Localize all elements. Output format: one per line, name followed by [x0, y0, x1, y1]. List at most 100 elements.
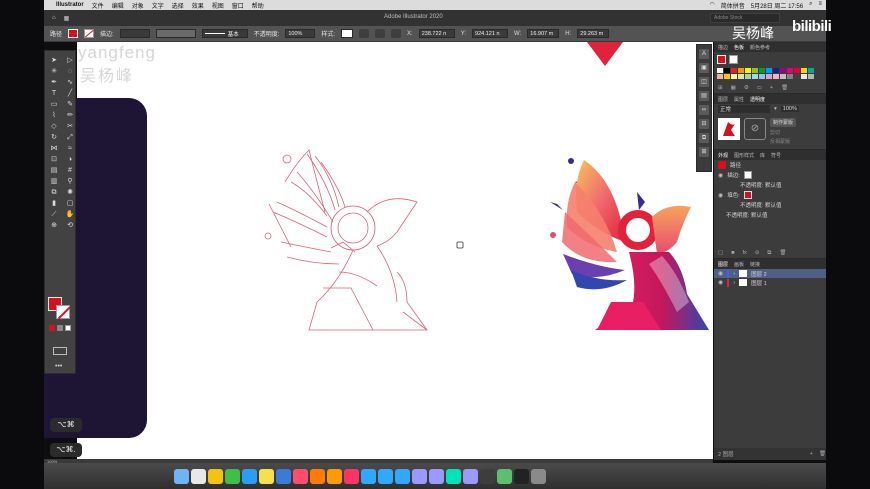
- current-fill-swatch[interactable]: [717, 55, 726, 64]
- mask-placeholder-icon[interactable]: ⊘: [744, 118, 766, 140]
- type-tool-icon[interactable]: T: [49, 90, 59, 98]
- appearance-stroke-swatch[interactable]: [743, 171, 752, 179]
- input-method[interactable]: 简体拼音: [721, 1, 745, 10]
- new-swatch-icon[interactable]: +: [770, 85, 773, 91]
- shape-builder-tool-icon[interactable]: ◑: [65, 156, 75, 164]
- color-swatch[interactable]: [808, 74, 814, 79]
- add-stroke-icon[interactable]: ▢: [718, 250, 723, 256]
- dock-app-cinema[interactable]: [480, 468, 495, 484]
- color-swatch[interactable]: [787, 74, 793, 79]
- dock-app-pr[interactable]: [412, 468, 427, 484]
- y-field[interactable]: 924.121 n: [472, 29, 509, 38]
- none-mode-icon[interactable]: [65, 325, 71, 331]
- appearance-fill-row[interactable]: ◉ 填色:: [714, 190, 826, 200]
- dock-app-ai[interactable]: [310, 468, 325, 484]
- dock-app-ae[interactable]: [429, 468, 444, 484]
- appearance-fill-swatch[interactable]: [743, 191, 752, 199]
- dock-app-qq[interactable]: [208, 468, 223, 484]
- new-layer-icon[interactable]: +: [810, 451, 813, 457]
- rotate-tool-icon[interactable]: ↻: [49, 134, 59, 142]
- dock-app-wechat[interactable]: [225, 468, 240, 484]
- visibility-eye-icon[interactable]: ◉: [718, 172, 723, 179]
- stroke-swatch[interactable]: [56, 305, 70, 319]
- appearance-fill-opacity-row[interactable]: 不透明度: 默认值: [714, 200, 826, 210]
- dock-app-terminal[interactable]: [514, 468, 529, 484]
- links-panel-icon[interactable]: ∞: [699, 105, 709, 115]
- dock-app-au[interactable]: [446, 468, 461, 484]
- paintbrush-tool-icon[interactable]: ✎: [65, 101, 75, 109]
- image-trace-icon[interactable]: ▣: [699, 63, 709, 73]
- workspace-icon[interactable]: ▦: [64, 15, 70, 22]
- menu-window[interactable]: 窗口: [232, 1, 244, 10]
- transform-panel-icon[interactable]: ⊞: [699, 147, 709, 157]
- appearance-object-opacity-row[interactable]: 不透明度: 默认值: [714, 210, 826, 220]
- width-field[interactable]: 16.907 m: [527, 29, 560, 38]
- rotate-view-tool-icon[interactable]: ⟲: [65, 222, 75, 230]
- symbol-sprayer-tool-icon[interactable]: ✺: [65, 189, 75, 197]
- visibility-eye-icon-2[interactable]: ◉: [718, 192, 723, 199]
- gradient-mode-icon[interactable]: [57, 325, 63, 331]
- dock-app-ps[interactable]: [378, 468, 393, 484]
- color-swatch[interactable]: [731, 74, 737, 79]
- color-mode-icon[interactable]: [49, 325, 55, 331]
- clear-appearance-icon[interactable]: ⊘: [755, 250, 760, 256]
- color-swatch[interactable]: [738, 68, 744, 73]
- dock-app-notes[interactable]: [259, 468, 274, 484]
- free-transform-tool-icon[interactable]: ⊡: [49, 156, 59, 164]
- menu-file[interactable]: 文件: [92, 1, 104, 10]
- opacity-field[interactable]: 100%: [285, 29, 316, 38]
- hand-tool-icon[interactable]: ✋: [65, 211, 75, 219]
- layer-visibility-icon-2[interactable]: ◉: [718, 279, 723, 286]
- reference-point-icon[interactable]: [391, 29, 402, 38]
- tab-artboards[interactable]: 画板: [734, 261, 744, 268]
- line-tool-icon[interactable]: ╱: [65, 90, 75, 98]
- color-swatch[interactable]: [717, 68, 723, 73]
- color-swatch[interactable]: [759, 68, 765, 73]
- tab-transparency[interactable]: 透明度: [750, 96, 765, 103]
- color-swatch[interactable]: [766, 68, 772, 73]
- width-tool-icon[interactable]: ⋈: [49, 145, 59, 153]
- pen-tool-icon[interactable]: ✒: [49, 79, 59, 87]
- screen-mode-icon[interactable]: [53, 347, 67, 355]
- expand-layer-icon-2[interactable]: ›: [733, 280, 735, 286]
- color-swatch[interactable]: [773, 74, 779, 79]
- menu-object[interactable]: 对象: [132, 1, 144, 10]
- color-swatch[interactable]: [801, 68, 807, 73]
- duplicate-item-icon[interactable]: ⧉: [767, 250, 771, 257]
- stroke-color-swatch[interactable]: [84, 29, 95, 38]
- selection-tool-icon[interactable]: ➤: [49, 57, 59, 65]
- x-field[interactable]: 238.722 n: [418, 29, 455, 38]
- dock-app-ps[interactable]: [361, 468, 376, 484]
- new-color-group-icon[interactable]: ▭: [757, 85, 762, 91]
- zoom-tool-icon[interactable]: ⊕: [49, 222, 59, 230]
- make-mask-button[interactable]: 制作蒙版: [770, 118, 797, 127]
- tab-links[interactable]: 链接: [750, 261, 760, 268]
- stock-search-input[interactable]: Adobe Stock: [710, 13, 780, 23]
- magic-wand-tool-icon[interactable]: ✳: [49, 68, 59, 76]
- menu-list-icon[interactable]: ≡: [818, 1, 822, 10]
- rectangle-tool-icon[interactable]: ▭: [49, 101, 59, 109]
- blend-tool-icon[interactable]: ⧉: [49, 189, 59, 197]
- layers-panel-icon[interactable]: ◫: [699, 77, 709, 87]
- tab-symbols[interactable]: 符号: [771, 152, 781, 159]
- direct-selection-tool-icon[interactable]: ▷: [65, 57, 75, 65]
- current-stroke-swatch[interactable]: [729, 55, 738, 64]
- appearance-stroke-opacity-row[interactable]: 不透明度: 默认值: [714, 180, 826, 190]
- clip-checkbox[interactable]: 剪切: [770, 129, 796, 136]
- blend-mode-select[interactable]: 正常: [718, 105, 770, 113]
- menu-select[interactable]: 选择: [172, 1, 184, 10]
- pencil-tool-icon[interactable]: ✏: [65, 112, 75, 120]
- dock-app-id[interactable]: [344, 468, 359, 484]
- dock-app-maps[interactable]: [497, 468, 512, 484]
- swatch-options-icon[interactable]: ⚙: [744, 85, 749, 91]
- lasso-tool-icon[interactable]: ◌: [65, 68, 75, 76]
- dock-app-safari[interactable]: [242, 468, 257, 484]
- dock-app-music[interactable]: [293, 468, 308, 484]
- align-panel-icon[interactable]: ⊟: [699, 119, 709, 129]
- tab-graphic-styles[interactable]: 图形样式: [734, 152, 754, 159]
- app-menu-illustrator[interactable]: Illustrator: [56, 2, 84, 8]
- dock-app-me[interactable]: [463, 468, 478, 484]
- graph-tool-icon[interactable]: ▮: [49, 200, 59, 208]
- appearance-stroke-row[interactable]: ◉ 描边:: [714, 170, 826, 180]
- tab-properties[interactable]: 属性: [734, 96, 744, 103]
